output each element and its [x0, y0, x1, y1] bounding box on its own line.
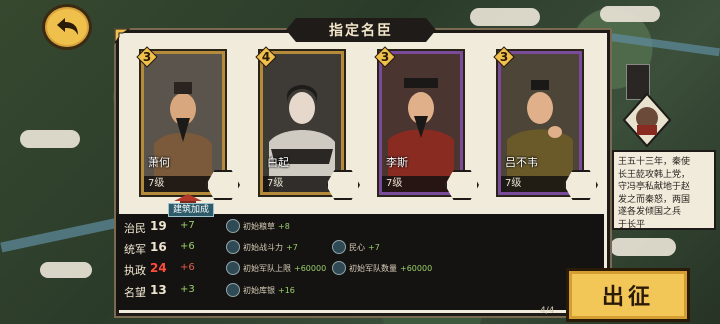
general-name: 李斯	[386, 156, 408, 169]
star-count: 3	[380, 50, 390, 64]
back-arrow-icon	[57, 18, 78, 35]
heart-icon	[332, 240, 346, 254]
stat-value: 13	[150, 283, 167, 297]
stat-bonus: +6	[180, 241, 195, 252]
build-bonus-tag: 建筑加成	[168, 203, 215, 217]
effect-text: 初始战斗力	[243, 242, 283, 252]
effect-text: 民心	[349, 242, 365, 252]
general-card[interactable]: 萧何 7级 3	[136, 46, 225, 195]
stat-label: 治民	[124, 222, 146, 235]
stats-panel: 治民 19 +7 初始粮草 +8 统军 16 +6 初始战斗力 +7 民心 +7…	[116, 214, 604, 310]
general-portrait	[382, 54, 460, 192]
effect-text: 初始军队上限	[243, 263, 291, 273]
general-badge-icon	[622, 92, 672, 148]
stat-effect: 初始军队上限 +60000	[226, 261, 326, 275]
stat-label: 统军	[124, 243, 146, 256]
story-line: 长王龁攻韩上党，	[618, 169, 691, 180]
stat-effect: 初始粮草 +8	[226, 219, 290, 233]
stat-value: 19	[150, 219, 167, 233]
effect-value: +60000	[400, 263, 433, 273]
cloud	[600, 6, 660, 22]
go-battle-button[interactable]: 出征	[566, 268, 690, 322]
effect-text: 初始库银	[243, 285, 275, 295]
general-name: 白起	[267, 156, 289, 169]
story-text-panel: 王五十三年，秦使 长王龁攻韩上党， 守冯亭私献地于赵 发之而秦怒，两国 遂各发倾…	[612, 150, 716, 230]
effect-value: +60000	[294, 263, 327, 273]
stat-bonus: +3	[180, 284, 195, 295]
corner-ornament-icon	[114, 28, 131, 45]
general-name: 吕不韦	[505, 156, 538, 169]
gold-icon	[226, 283, 240, 297]
star-count: 4	[261, 50, 271, 64]
effect-text: 初始粮草	[243, 221, 275, 231]
story-line: 守冯亭私献地于赵	[618, 182, 691, 192]
stat-value: 24	[150, 261, 167, 275]
general-card[interactable]: 李斯 7级 3	[374, 46, 463, 195]
stat-bonus: +6	[180, 262, 195, 273]
stat-effect: 初始战斗力 +7	[226, 240, 298, 254]
story-line: 遂各发倾国之兵	[618, 207, 682, 217]
troops-icon	[226, 261, 240, 275]
stat-row: 名望 13 +3 初始库银 +16	[116, 281, 604, 300]
stat-row: 执政 24 +6 初始军队上限 +60000 初始军队数量 +60000	[116, 259, 604, 278]
effect-value: +7	[368, 242, 380, 252]
sword-icon	[226, 240, 240, 254]
effect-value: +7	[286, 242, 298, 252]
general-portrait	[263, 54, 341, 192]
cloud	[470, 8, 540, 26]
dialog-title: 指定名臣	[286, 18, 436, 42]
stat-label: 名望	[124, 286, 146, 299]
stat-effect: 初始库银 +16	[226, 283, 295, 297]
stat-row: 治民 19 +7 初始粮草 +8	[116, 217, 604, 236]
stat-row: 统军 16 +6 初始战斗力 +7 民心 +7	[116, 238, 604, 257]
cloud	[610, 238, 676, 256]
stat-label: 执政	[124, 264, 146, 277]
effect-value: +8	[278, 221, 290, 231]
general-name: 萧何	[148, 156, 170, 169]
general-card[interactable]: 白起 7级 4	[255, 46, 344, 195]
star-count: 3	[142, 50, 152, 64]
stat-effect: 民心 +7	[332, 240, 380, 254]
troops-count-icon	[332, 261, 346, 275]
effect-value: +16	[278, 285, 295, 295]
back-button[interactable]	[42, 4, 92, 50]
stat-bonus: +7	[180, 220, 195, 231]
page-indicator: 4/4	[540, 306, 555, 316]
star-count: 3	[499, 50, 509, 64]
general-portrait	[501, 54, 579, 192]
stat-effect: 初始军队数量 +60000	[332, 261, 432, 275]
story-line: 发之而秦怒，两国	[618, 194, 691, 205]
general-card[interactable]: 吕不韦 7级 3	[493, 46, 582, 195]
grain-icon	[226, 219, 240, 233]
cloud	[20, 130, 80, 148]
stat-value: 16	[150, 240, 167, 254]
cloud	[40, 262, 92, 278]
story-line: 王五十三年，秦使	[618, 157, 691, 167]
effect-text: 初始军队数量	[349, 263, 397, 273]
story-line: 于长平	[618, 219, 646, 230]
general-portrait	[144, 54, 222, 192]
